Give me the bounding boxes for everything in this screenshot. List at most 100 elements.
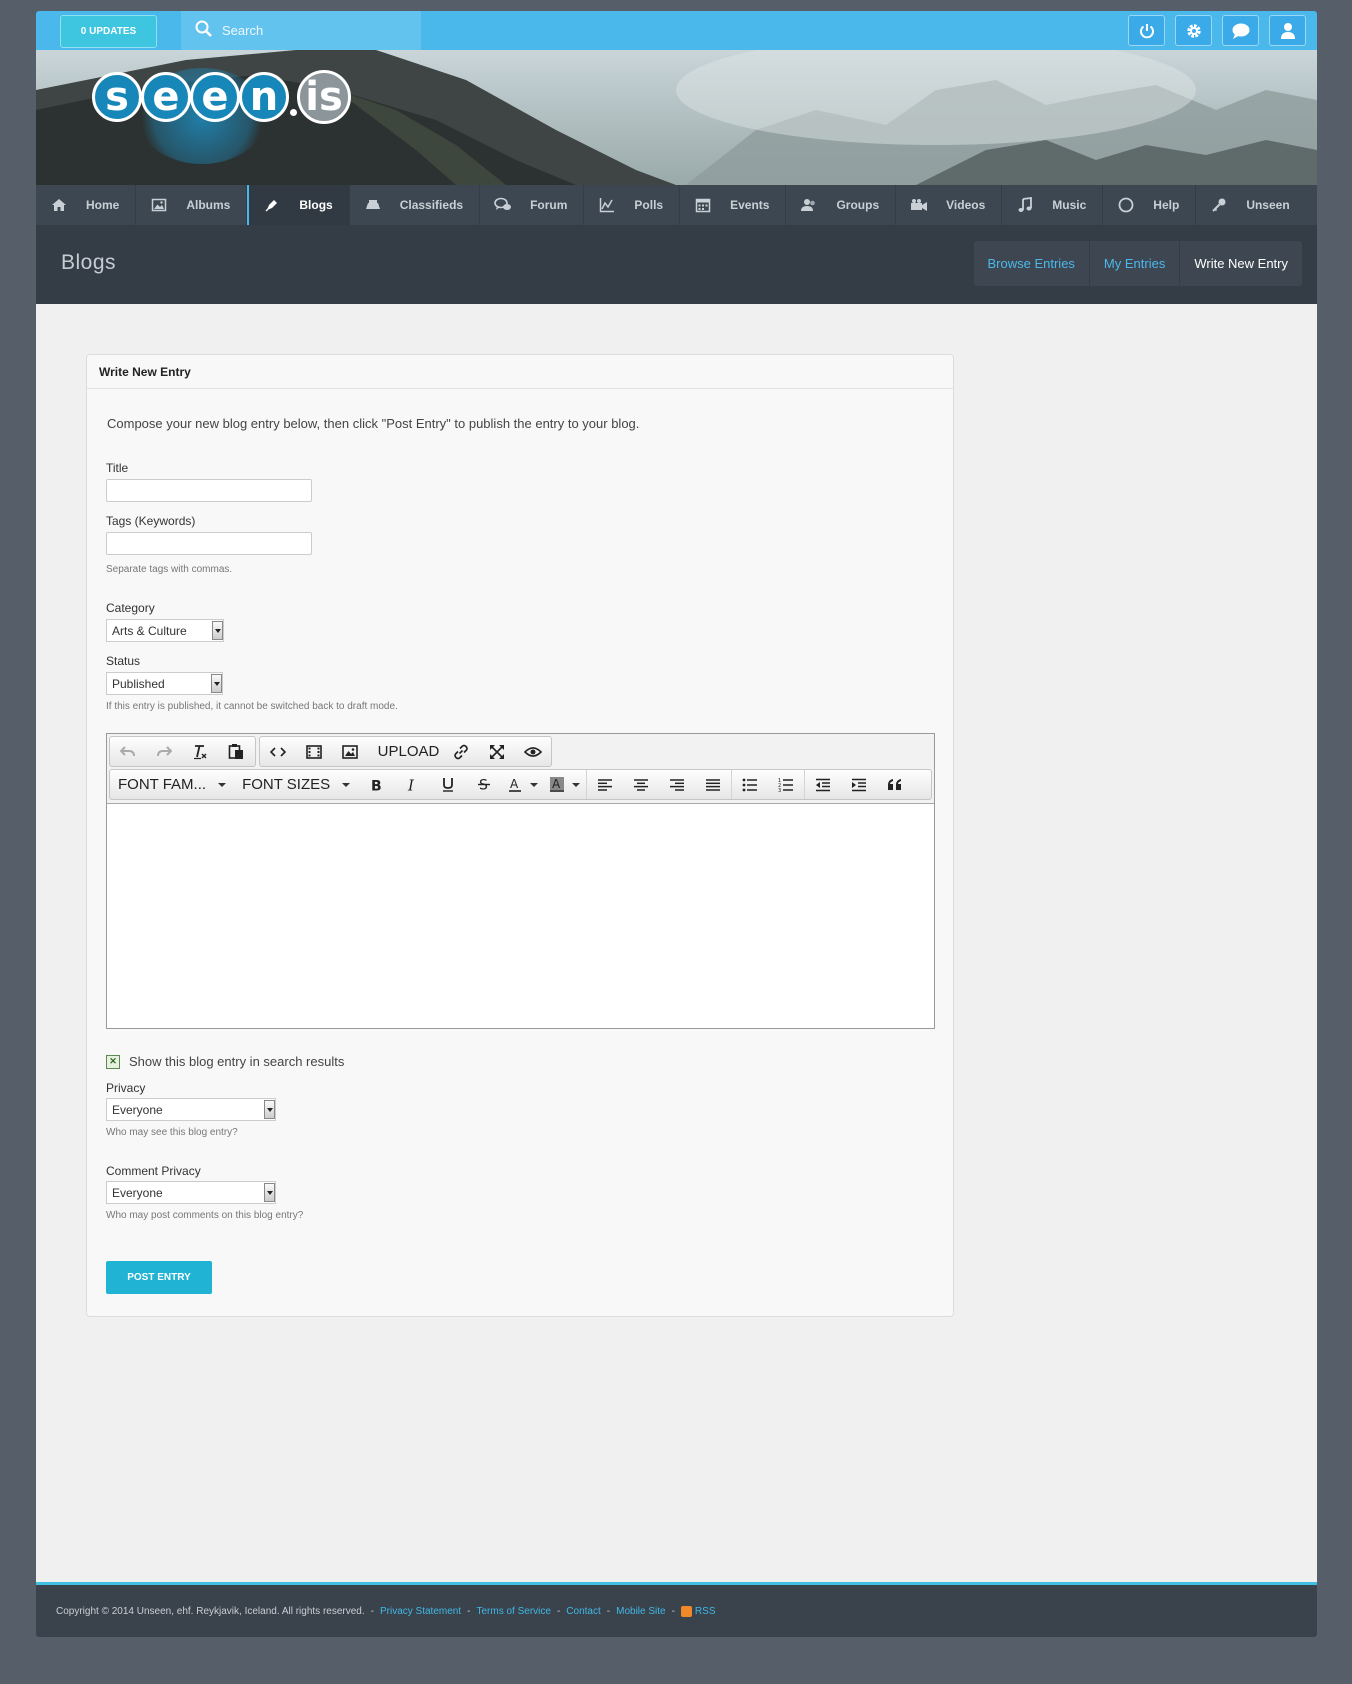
power-icon[interactable] [1128, 15, 1165, 46]
albums-icon [150, 196, 168, 214]
logo-letter: i [305, 74, 319, 120]
align-center-icon[interactable] [623, 770, 659, 799]
updates-button[interactable]: 0 UPDATES [60, 15, 157, 48]
align-left-icon[interactable] [587, 770, 623, 799]
outdent-icon[interactable] [805, 770, 841, 799]
privacy-hint: Who may see this blog entry? [106, 1127, 238, 1138]
chat-icon[interactable] [1222, 15, 1259, 46]
status-label: Status [106, 654, 141, 668]
search-icon [195, 20, 212, 42]
comment-privacy-select[interactable]: Everyone [106, 1181, 276, 1204]
text-color-icon[interactable]: A [502, 770, 544, 799]
tags-label: Tags (Keywords) [106, 514, 196, 528]
redo-icon[interactable] [146, 737, 182, 766]
image-icon[interactable] [332, 737, 368, 766]
font-family-label: FONT FAM... [118, 776, 207, 793]
terms-of-service-link[interactable]: Terms of Service [476, 1606, 550, 1617]
mobile-site-link[interactable]: Mobile Site [616, 1606, 665, 1617]
title-label: Title [106, 461, 129, 475]
font-family-dropdown[interactable]: FONT FAM... [110, 770, 234, 799]
svg-text:A: A [552, 777, 561, 791]
underline-icon[interactable] [430, 770, 466, 799]
music-icon [1016, 196, 1034, 214]
top-bar: 0 UPDATES [36, 11, 1317, 50]
nav-item-events[interactable]: Events [680, 185, 787, 225]
help-icon [1117, 196, 1135, 214]
nav-item-help[interactable]: Help [1103, 185, 1197, 225]
numbered-list-icon[interactable]: 123 [768, 770, 804, 799]
nav-label: Home [86, 198, 120, 212]
nav-item-groups[interactable]: Groups [786, 185, 897, 225]
background-color-icon[interactable]: A [544, 770, 586, 799]
toolbar-group-format: FONT FAM... FONT SIZES B I S A A 1 2 3 [109, 769, 932, 800]
bold-icon[interactable]: B [358, 770, 394, 799]
comment-privacy-hint: Who may post comments on this blog entry… [106, 1210, 304, 1221]
groups-icon [800, 196, 818, 214]
privacy-label: Privacy [106, 1081, 146, 1095]
status-hint: If this entry is published, it cannot be… [106, 701, 398, 712]
search-box [181, 11, 421, 50]
upload-button[interactable]: UPLOAD [368, 737, 443, 766]
italic-icon[interactable]: I [394, 770, 430, 799]
nav-item-forum[interactable]: Forum [480, 185, 585, 225]
logo-letter-group: is [297, 70, 351, 124]
search-results-checkbox[interactable] [106, 1054, 120, 1069]
nav-item-classifieds[interactable]: Classifieds [350, 185, 481, 225]
logo-letter: n [239, 72, 289, 122]
category-select[interactable]: Arts & Culture [106, 619, 224, 642]
logo-letter: s [318, 74, 343, 120]
chevron-down-icon [264, 1183, 275, 1202]
rss-icon [680, 1605, 692, 1617]
contact-link[interactable]: Contact [566, 1606, 600, 1617]
tags-input[interactable] [106, 532, 312, 555]
bullet-list-icon[interactable] [732, 770, 768, 799]
page-title: Blogs [61, 251, 117, 274]
panel-heading: Write New Entry [87, 355, 953, 389]
undo-icon[interactable] [110, 737, 146, 766]
clear-format-icon[interactable] [182, 737, 218, 766]
tab-browse-entries[interactable]: Browse Entries [974, 241, 1090, 286]
search-input[interactable] [222, 23, 412, 38]
status-select[interactable]: Published [106, 672, 223, 695]
editor-content-area[interactable] [107, 804, 934, 1028]
indent-icon[interactable] [841, 770, 877, 799]
tab-write-new-entry[interactable]: Write New Entry [1180, 241, 1302, 286]
align-justify-icon[interactable] [695, 770, 731, 799]
blockquote-icon[interactable] [877, 770, 913, 799]
privacy-select[interactable]: Everyone [106, 1098, 276, 1121]
gear-icon[interactable] [1175, 15, 1212, 46]
nav-item-polls[interactable]: Polls [584, 185, 681, 225]
rss-link[interactable]: RSS [695, 1606, 716, 1617]
nav-item-albums[interactable]: Albums [136, 185, 248, 225]
fullscreen-icon[interactable] [479, 737, 515, 766]
svg-text:A: A [510, 777, 519, 791]
nav-label: Blogs [299, 198, 333, 212]
media-icon[interactable] [296, 737, 332, 766]
align-right-icon[interactable] [659, 770, 695, 799]
category-value: Arts & Culture [112, 623, 187, 638]
nav-item-blogs[interactable]: Blogs [247, 185, 350, 225]
title-input[interactable] [106, 479, 312, 502]
privacy-statement-link[interactable]: Privacy Statement [380, 1606, 461, 1617]
font-size-dropdown[interactable]: FONT SIZES [234, 770, 358, 799]
nav-item-home[interactable]: Home [36, 185, 137, 225]
logo-dot [290, 108, 297, 116]
preview-icon[interactable] [515, 737, 551, 766]
section-header: Blogs Browse Entries My Entries Write Ne… [36, 225, 1317, 304]
svg-text:I: I [407, 778, 415, 792]
nav-item-music[interactable]: Music [1002, 185, 1104, 225]
site-logo[interactable]: s e e n is [92, 68, 351, 164]
nav-item-videos[interactable]: Videos [896, 185, 1003, 225]
tab-my-entries[interactable]: My Entries [1090, 241, 1181, 286]
svg-text:B: B [371, 778, 382, 792]
link-icon[interactable] [443, 737, 479, 766]
user-icon[interactable] [1269, 15, 1306, 46]
source-code-icon[interactable] [260, 737, 296, 766]
nav-item-unseen[interactable]: Unseen [1196, 185, 1305, 225]
intro-text: Compose your new blog entry below, then … [107, 416, 640, 431]
nav-label: Forum [530, 198, 568, 212]
post-entry-button[interactable]: POST ENTRY [106, 1261, 212, 1294]
logo-letter: s [92, 72, 142, 122]
strikethrough-icon[interactable]: S [466, 770, 502, 799]
paste-icon[interactable] [218, 737, 254, 766]
